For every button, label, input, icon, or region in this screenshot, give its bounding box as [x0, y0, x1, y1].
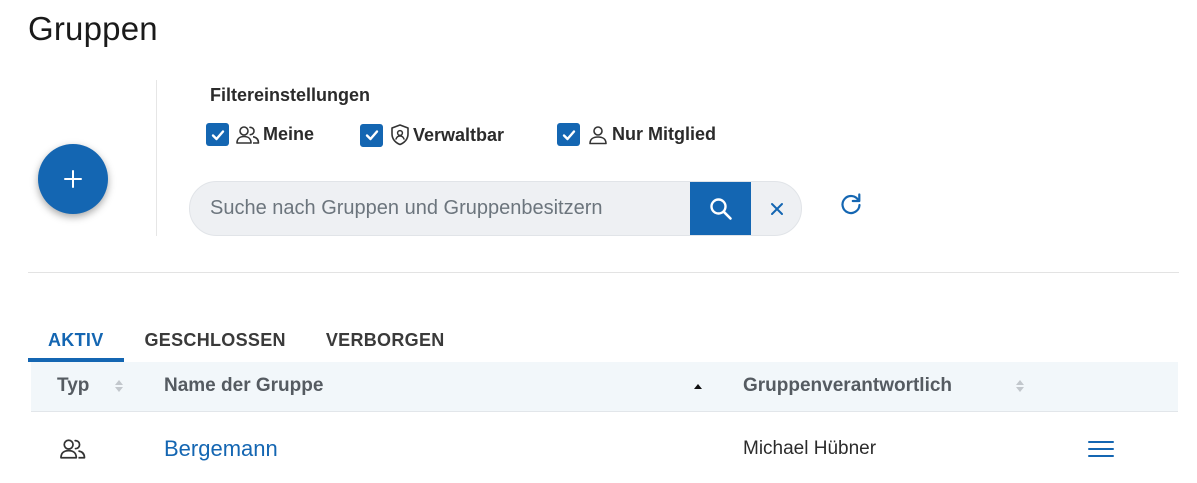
- row-menu-button[interactable]: [1087, 437, 1115, 461]
- tab-geschlossen[interactable]: GESCHLOSSEN: [124, 318, 306, 362]
- checkbox-checked[interactable]: [557, 123, 580, 146]
- filter-meine-checkbox[interactable]: Meine: [206, 123, 314, 146]
- groups-table: Typ Name der Gruppe Gruppenverantwortlic…: [31, 362, 1178, 483]
- refresh-button[interactable]: [836, 189, 866, 219]
- check-icon: [365, 130, 378, 141]
- search-bar: [189, 181, 802, 236]
- column-header-label: Name der Gruppe: [164, 375, 324, 396]
- refresh-icon: [841, 193, 861, 215]
- hamburger-menu-icon: [1088, 441, 1114, 457]
- filter-nur-mitglied-checkbox[interactable]: Nur Mitglied: [557, 123, 716, 146]
- checkbox-checked[interactable]: [206, 123, 229, 146]
- clear-search-button[interactable]: [751, 182, 801, 235]
- shield-icon: [389, 123, 411, 147]
- search-button[interactable]: [690, 182, 751, 235]
- users-icon: [235, 124, 261, 146]
- close-icon: [770, 202, 783, 215]
- column-header-typ[interactable]: Typ: [57, 375, 89, 397]
- table-header: Typ Name der Gruppe Gruppenverantwortlic…: [31, 362, 1178, 412]
- users-icon: [58, 437, 88, 466]
- group-name-link[interactable]: Bergemann: [164, 436, 278, 462]
- checkbox-checked[interactable]: [360, 123, 383, 147]
- column-header-name[interactable]: Name der Gruppe: [164, 375, 323, 397]
- sort-icon[interactable]: [115, 380, 123, 392]
- filter-verwaltbar-checkbox[interactable]: Verwaltbar: [360, 123, 504, 147]
- filter-title: Filtereinstellungen: [210, 85, 371, 105]
- group-owner: Michael Hübner: [743, 438, 877, 459]
- page-title: Gruppen: [28, 10, 158, 47]
- sort-ascending-icon[interactable]: [694, 384, 702, 389]
- column-header-label: Gruppenverantwortlich: [743, 375, 953, 396]
- tab-aktiv[interactable]: AKTIV: [28, 318, 124, 362]
- check-icon: [562, 129, 575, 140]
- filter-nur-mitglied-label: Nur Mitglied: [612, 124, 716, 144]
- table-row[interactable]: Bergemann Michael Hübner: [31, 412, 1178, 483]
- filter-verwaltbar-label: Verwaltbar: [413, 124, 505, 145]
- vertical-divider: [156, 80, 157, 236]
- filter-meine-label: Meine: [263, 124, 315, 144]
- search-input[interactable]: [190, 182, 690, 235]
- plus-icon: [64, 170, 82, 188]
- column-header-owner[interactable]: Gruppenverantwortlich: [743, 375, 952, 397]
- column-header-label: Typ: [57, 375, 90, 396]
- add-group-button[interactable]: [38, 144, 108, 214]
- group-status-tabs: AKTIV GESCHLOSSEN VERBORGEN: [28, 318, 465, 362]
- tab-verborgen[interactable]: VERBORGEN: [306, 318, 465, 362]
- user-icon: [586, 124, 610, 146]
- sort-icon[interactable]: [1016, 380, 1024, 392]
- search-icon: [709, 197, 732, 220]
- check-icon: [211, 129, 224, 140]
- section-divider: [28, 272, 1179, 273]
